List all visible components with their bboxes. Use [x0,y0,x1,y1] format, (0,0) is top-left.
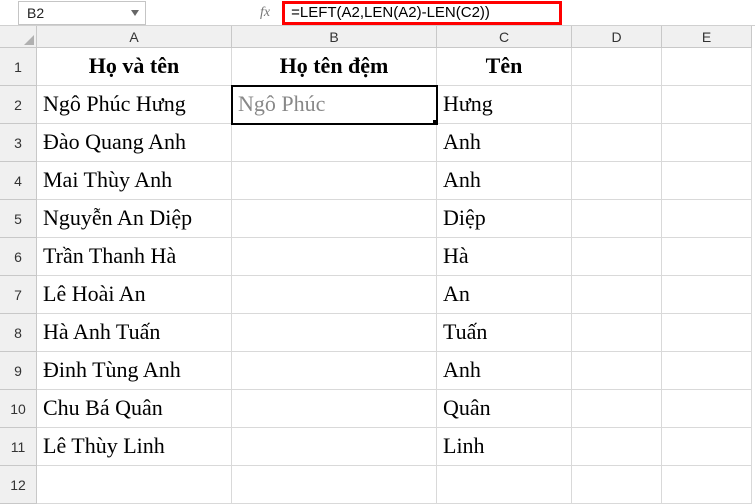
cell-B4[interactable] [232,162,437,200]
cell-A12[interactable] [37,466,232,504]
cell-A9[interactable]: Đinh Tùng Anh [37,352,232,390]
cell-C2[interactable]: Hưng [437,86,572,124]
cell-B9[interactable] [232,352,437,390]
cell-B6[interactable] [232,238,437,276]
row-header-10[interactable]: 10 [0,390,37,428]
name-box-value: B2 [27,5,44,21]
name-box[interactable]: B2 [18,1,146,25]
cell-A8[interactable]: Hà Anh Tuấn [37,314,232,352]
cell-C1[interactable]: Tên [437,48,572,86]
cell-A4[interactable]: Mai Thùy Anh [37,162,232,200]
row-header-7[interactable]: 7 [0,276,37,314]
formula-bar-row: B2 fx =LEFT(A2,LEN(A2)-LEN(C2)) [0,0,755,26]
cell-D10[interactable] [572,390,662,428]
cell-C8[interactable]: Tuấn [437,314,572,352]
cell-C7[interactable]: An [437,276,572,314]
cell-B7[interactable] [232,276,437,314]
cell-D3[interactable] [572,124,662,162]
select-all-corner[interactable] [0,26,37,48]
row-header-9[interactable]: 9 [0,352,37,390]
cell-E9[interactable] [662,352,752,390]
cell-D5[interactable] [572,200,662,238]
cell-A6[interactable]: Trần Thanh Hà [37,238,232,276]
col-header-A[interactable]: A [37,26,232,48]
cell-A2[interactable]: Ngô Phúc Hưng [37,86,232,124]
row-header-6[interactable]: 6 [0,238,37,276]
cell-A11[interactable]: Lê Thùy Linh [37,428,232,466]
spreadsheet-grid[interactable]: A B C D E 1 Họ và tên Họ tên đệm Tên 2 N… [0,26,755,504]
cell-B12[interactable] [232,466,437,504]
cell-D6[interactable] [572,238,662,276]
cell-B8[interactable] [232,314,437,352]
row-header-1[interactable]: 1 [0,48,37,86]
cell-D12[interactable] [572,466,662,504]
cell-E6[interactable] [662,238,752,276]
cell-B3[interactable] [232,124,437,162]
cell-B5[interactable] [232,200,437,238]
cell-C5[interactable]: Diệp [437,200,572,238]
cell-C3[interactable]: Anh [437,124,572,162]
col-header-E[interactable]: E [662,26,752,48]
cell-C4[interactable]: Anh [437,162,572,200]
formula-bar[interactable]: =LEFT(A2,LEN(A2)-LEN(C2)) [282,1,562,25]
cell-E1[interactable] [662,48,752,86]
cell-A7[interactable]: Lê Hoài An [37,276,232,314]
cell-D7[interactable] [572,276,662,314]
row-header-3[interactable]: 3 [0,124,37,162]
row-header-12[interactable]: 12 [0,466,37,504]
cell-C6[interactable]: Hà [437,238,572,276]
cell-E12[interactable] [662,466,752,504]
formula-text: =LEFT(A2,LEN(A2)-LEN(C2)) [291,4,490,22]
row-header-2[interactable]: 2 [0,86,37,124]
cell-A1[interactable]: Họ và tên [37,48,232,86]
row-header-5[interactable]: 5 [0,200,37,238]
col-header-B[interactable]: B [232,26,437,48]
cell-B11[interactable] [232,428,437,466]
cell-B2[interactable]: Ngô Phúc [232,86,437,124]
cell-C11[interactable]: Linh [437,428,572,466]
cell-A5[interactable]: Nguyễn An Diệp [37,200,232,238]
cell-A3[interactable]: Đào Quang Anh [37,124,232,162]
cell-E3[interactable] [662,124,752,162]
col-header-D[interactable]: D [572,26,662,48]
cell-B1[interactable]: Họ tên đệm [232,48,437,86]
cell-E10[interactable] [662,390,752,428]
cell-E7[interactable] [662,276,752,314]
row-header-11[interactable]: 11 [0,428,37,466]
cell-B10[interactable] [232,390,437,428]
cell-E11[interactable] [662,428,752,466]
cell-E4[interactable] [662,162,752,200]
cell-A10[interactable]: Chu Bá Quân [37,390,232,428]
col-header-C[interactable]: C [437,26,572,48]
cell-D8[interactable] [572,314,662,352]
cell-E5[interactable] [662,200,752,238]
dropdown-icon[interactable] [129,7,141,19]
cell-D2[interactable] [572,86,662,124]
cell-D9[interactable] [572,352,662,390]
cell-C10[interactable]: Quân [437,390,572,428]
cell-E8[interactable] [662,314,752,352]
row-header-4[interactable]: 4 [0,162,37,200]
cell-D11[interactable] [572,428,662,466]
cell-D4[interactable] [572,162,662,200]
cell-D1[interactable] [572,48,662,86]
cell-C9[interactable]: Anh [437,352,572,390]
fx-icon[interactable]: fx [256,5,274,21]
cell-C12[interactable] [437,466,572,504]
cell-E2[interactable] [662,86,752,124]
row-header-8[interactable]: 8 [0,314,37,352]
